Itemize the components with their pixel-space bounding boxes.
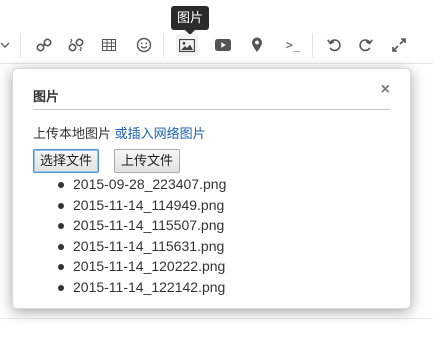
toolbar-separator [163, 33, 164, 57]
insert-web-image-link[interactable]: 或插入网络图片 [115, 126, 206, 141]
code-icon[interactable]: >_ [280, 34, 306, 56]
toolbar-separator [312, 33, 313, 57]
image-icon[interactable] [176, 34, 198, 56]
redo-icon[interactable] [355, 34, 377, 56]
dialog-title: 图片 [33, 89, 60, 104]
editor-toolbar: >_ [0, 27, 433, 64]
list-item: 2015-11-14_122142.png [55, 277, 226, 298]
upload-file-button[interactable]: 上传文件 [114, 149, 181, 173]
chevron-down-icon[interactable] [0, 34, 16, 56]
list-item: 2015-11-14_120222.png [55, 256, 226, 277]
unlink-icon[interactable] [65, 34, 87, 56]
choose-file-button[interactable]: 选择文件 [33, 149, 100, 173]
file-list: 2015-09-28_223407.png 2015-11-14_114949.… [55, 174, 226, 297]
emoji-icon[interactable] [133, 34, 155, 56]
toolbar-separator [20, 33, 21, 57]
fullscreen-icon[interactable] [388, 34, 410, 56]
list-item: 2015-09-28_223407.png [55, 174, 226, 195]
link-icon[interactable] [33, 34, 55, 56]
upload-local-label: 上传本地图片 [33, 126, 112, 141]
image-dialog: 图片 × 上传本地图片 或插入网络图片 选择文件 上传文件 2015-09-28… [12, 68, 411, 309]
table-icon[interactable] [98, 34, 120, 56]
list-item: 2015-11-14_115631.png [55, 236, 226, 257]
map-pin-icon[interactable] [246, 34, 268, 56]
close-icon[interactable]: × [381, 81, 390, 99]
list-item: 2015-11-14_115507.png [55, 215, 226, 236]
upload-line: 上传本地图片 或插入网络图片 [33, 123, 206, 142]
video-icon[interactable] [212, 34, 234, 56]
undo-icon[interactable] [323, 34, 345, 56]
list-item: 2015-11-14_114949.png [55, 195, 226, 216]
dialog-divider [33, 109, 390, 110]
editor-bottom-border [0, 318, 433, 319]
